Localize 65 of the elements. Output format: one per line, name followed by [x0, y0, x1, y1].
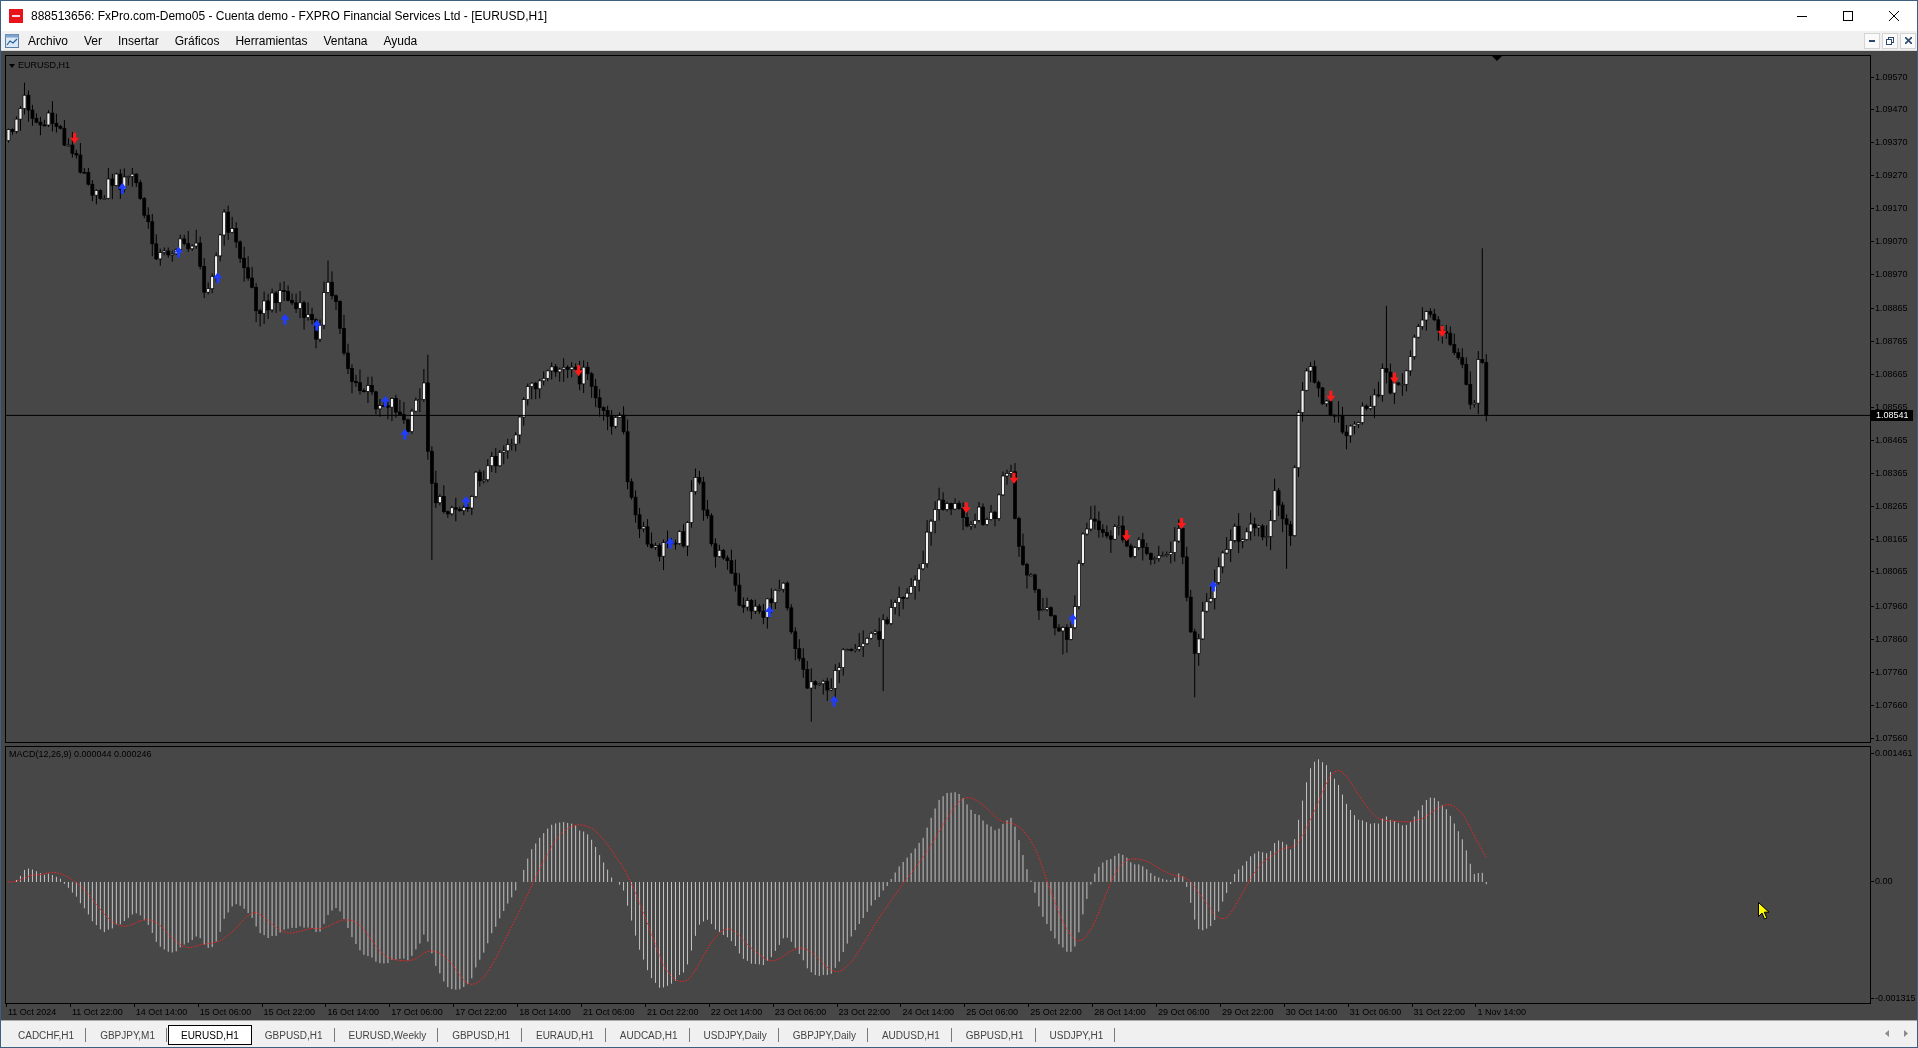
minimize-icon	[1869, 39, 1875, 42]
restore-icon	[1886, 36, 1894, 45]
up-arrow-icon	[1208, 580, 1218, 592]
window-title: 888513656: FxPro.com-Demo05 - Cuenta demo - FXPRO Financial Services Ltd - [EURUSD,H1]	[31, 9, 548, 23]
minimize-icon	[1797, 15, 1807, 17]
down-arrow-icon	[70, 132, 80, 144]
menu-item[interactable]: Gráficos	[166, 32, 228, 49]
menu-item[interactable]: Ayuda	[375, 32, 426, 49]
menu-item[interactable]: Herramientas	[227, 32, 316, 49]
chart-window-icon[interactable]	[5, 33, 19, 48]
down-arrow-icon	[1437, 326, 1447, 337]
down-arrow-icon	[1122, 530, 1132, 542]
menu-item[interactable]: Insertar	[110, 32, 167, 49]
up-arrow-icon	[380, 395, 390, 407]
up-arrow-icon	[174, 246, 184, 258]
price-axis-label: 1.09170	[1871, 203, 1908, 214]
app-logo-icon	[9, 9, 23, 23]
minimize-chart-button[interactable]	[1864, 32, 1880, 49]
up-arrow-icon	[829, 695, 839, 707]
menu-item[interactable]: Ventana	[315, 32, 376, 49]
up-arrow-icon	[764, 606, 774, 618]
chart-tab[interactable]: EURUSD,H1	[167, 1025, 252, 1045]
indicator-axis-label: -0.001315	[1871, 992, 1916, 1004]
price-axis-label: 1.07860	[1871, 633, 1908, 645]
down-arrow-icon	[574, 365, 584, 377]
maximize-icon	[1843, 11, 1853, 21]
scroll-left-icon[interactable]	[1885, 1029, 1889, 1037]
menu-item[interactable]: Ver	[76, 32, 111, 49]
price-axis-label: 1.07660	[1871, 699, 1908, 711]
price-axis-label: 1.08165	[1871, 533, 1908, 545]
price-axis-label: 1.07560	[1871, 732, 1908, 744]
up-arrow-icon	[213, 272, 223, 284]
up-arrow-icon	[1068, 613, 1078, 625]
close-icon	[1904, 37, 1912, 44]
up-arrow-icon	[665, 537, 675, 549]
indicator-label: MACD(12,26,9) 0.000044 0.000246	[9, 749, 152, 760]
close-icon	[1889, 11, 1899, 21]
scroll-right-icon[interactable]	[1904, 1029, 1908, 1037]
up-arrow-icon	[280, 313, 290, 325]
up-arrow-icon	[312, 319, 322, 331]
down-arrow-icon	[1389, 372, 1399, 384]
price-axis-label: 1.08970	[1871, 268, 1908, 280]
current-price-label: 1.08541	[1871, 409, 1913, 421]
chart-shift-icon[interactable]	[1492, 56, 1502, 61]
down-arrow-icon	[1326, 390, 1336, 402]
restore-chart-button[interactable]	[1882, 32, 1898, 49]
price-axis-label: 1.09070	[1871, 235, 1908, 247]
menu-item[interactable]: Archivo	[20, 32, 76, 49]
collapse-triangle-icon[interactable]	[9, 63, 15, 68]
indicator-axis-label: 0.001461	[1871, 747, 1913, 759]
price-axis-label: 1.07960	[1871, 601, 1908, 612]
price-axis-label: 1.07760	[1871, 666, 1908, 678]
down-arrow-icon	[1009, 472, 1019, 484]
up-arrow-icon	[461, 496, 471, 507]
price-axis-label: 1.08365	[1871, 467, 1908, 479]
up-arrow-icon	[117, 182, 127, 194]
mouse-pointer-icon	[1758, 902, 1770, 920]
symbol-label: EURUSD,H1	[18, 60, 70, 71]
price-axis-label: 1.08465	[1871, 434, 1908, 446]
price-axis-label: 1.08265	[1871, 500, 1908, 512]
close-chart-button[interactable]	[1900, 32, 1916, 49]
down-arrow-icon	[961, 502, 971, 514]
down-arrow-icon	[1177, 518, 1187, 530]
up-arrow-icon	[400, 428, 410, 440]
price-axis-label: 1.09570	[1871, 71, 1908, 83]
